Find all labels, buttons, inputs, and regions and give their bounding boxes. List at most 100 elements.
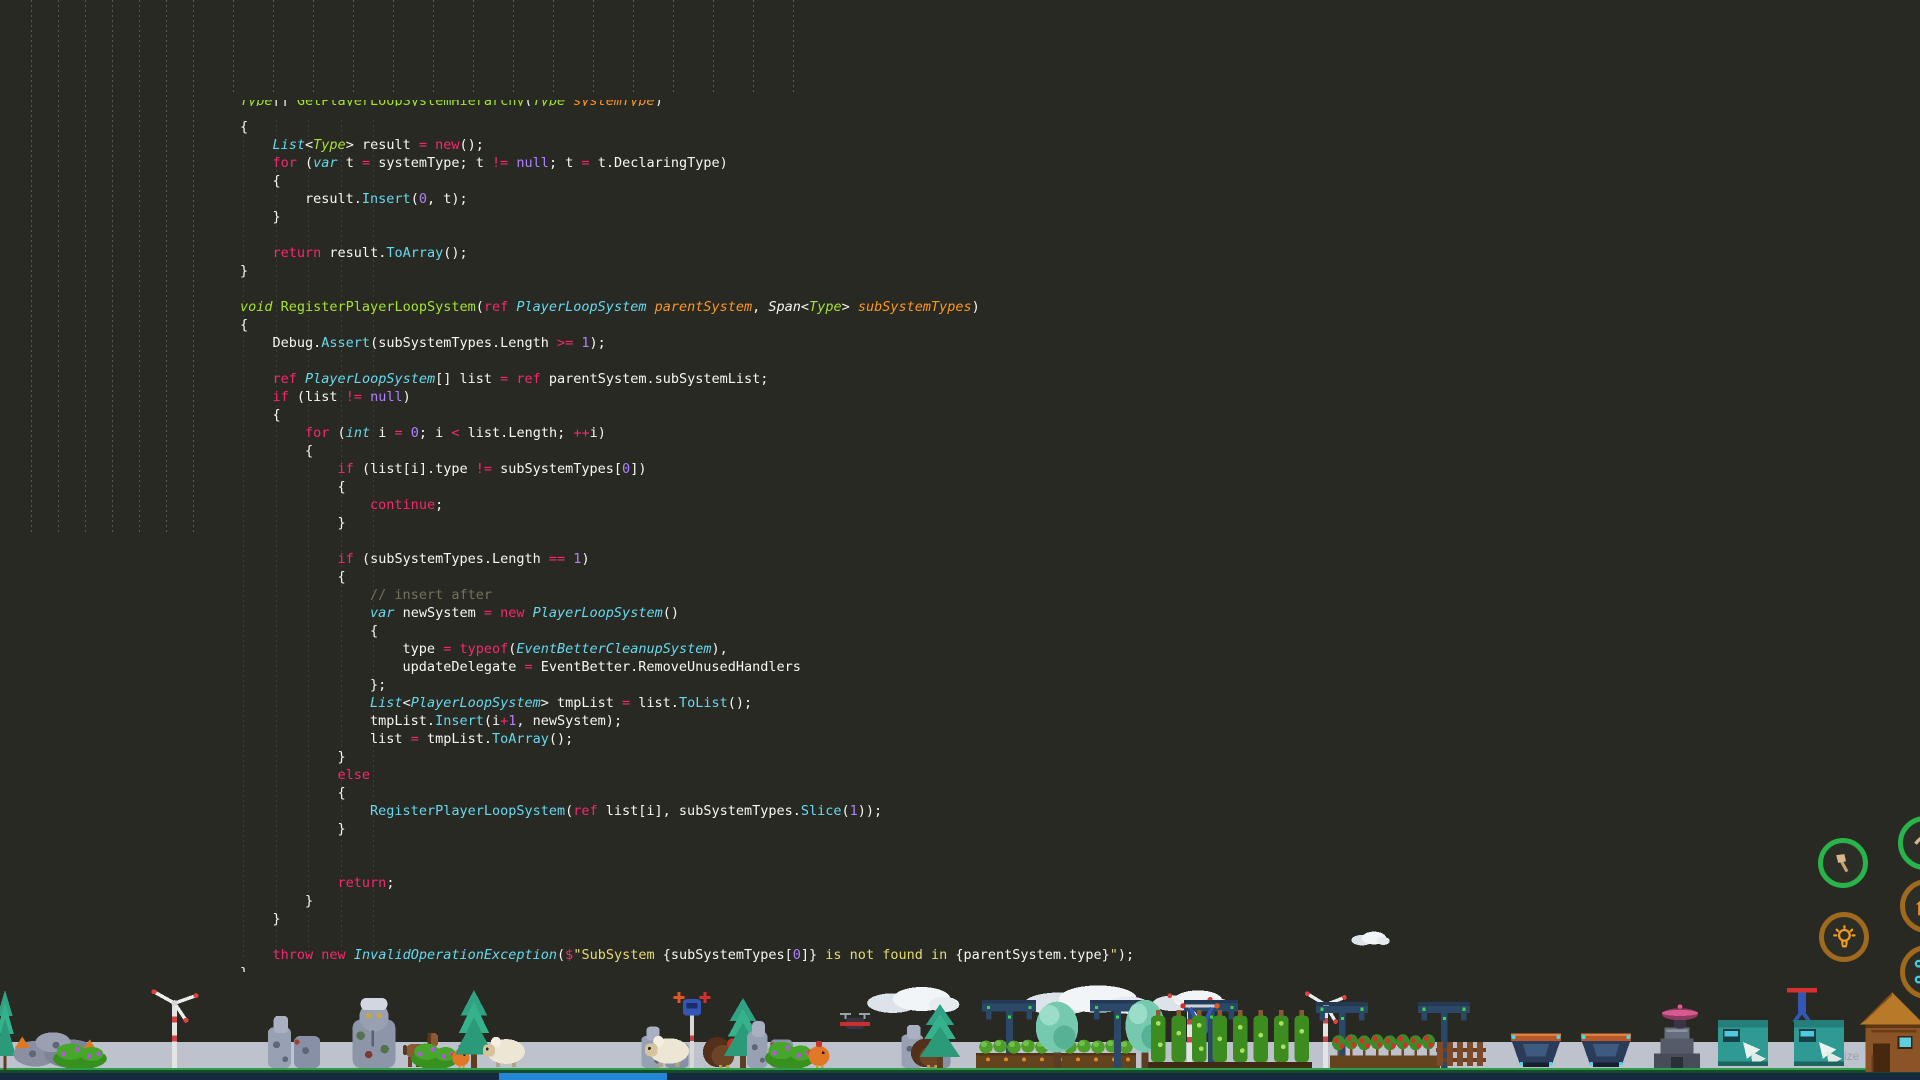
code-token: for [305, 425, 329, 441]
code-token: ( [842, 803, 850, 819]
code-token: 0 [419, 191, 427, 207]
code-token [240, 389, 273, 405]
code-token: ref [573, 803, 597, 819]
code-token: { [240, 173, 281, 189]
code-line[interactable]: continue; [240, 496, 1134, 514]
code-token: = [622, 695, 630, 711]
code-token: [] list [435, 371, 500, 387]
idea-lightbulb-button[interactable] [1819, 912, 1869, 962]
code-line[interactable] [240, 838, 1134, 856]
code-line[interactable]: updateDelegate = EventBetter.RemoveUnuse… [240, 658, 1134, 676]
code-token: , [752, 299, 768, 315]
code-line[interactable]: } [240, 748, 1134, 766]
code-line[interactable]: RegisterPlayerLoopSystem(ref list[i], su… [240, 802, 1134, 820]
code-line[interactable] [240, 352, 1134, 370]
code-line[interactable]: throw new InvalidOperationException($"Su… [240, 946, 1134, 964]
code-token [427, 137, 435, 153]
axe-tool-button[interactable] [1818, 838, 1868, 888]
code-token: () [663, 605, 679, 621]
code-line[interactable]: { [240, 784, 1134, 802]
code-line[interactable]: // insert after [240, 586, 1134, 604]
code-line[interactable]: } [240, 208, 1134, 226]
code-line[interactable]: result.Insert(0, t); [240, 190, 1134, 208]
code-token: ) [972, 299, 980, 315]
code-line[interactable]: else [240, 766, 1134, 784]
code-line[interactable] [240, 856, 1134, 874]
code-line[interactable]: if (list != null) [240, 388, 1134, 406]
code-line[interactable]: Debug.Assert(subSystemTypes.Length >= 1)… [240, 334, 1134, 352]
code-editor-surface[interactable]: Type[] GetPlayerLoopSystemHierarchy(Type… [0, 0, 1920, 1080]
code-line[interactable]: } [240, 514, 1134, 532]
code-token [240, 425, 305, 441]
code-line[interactable] [240, 928, 1134, 946]
code-token: ( [557, 947, 565, 963]
code-line[interactable] [240, 226, 1134, 244]
code-token [240, 371, 273, 387]
code-token: list.Length; [460, 425, 574, 441]
code-line[interactable]: { [240, 568, 1134, 586]
code-token [362, 389, 370, 405]
code-line[interactable]: { [240, 172, 1134, 190]
code-line[interactable]: List<Type> result = new(); [240, 136, 1134, 154]
code-token: ); [590, 335, 606, 351]
code-line[interactable]: }; [240, 676, 1134, 694]
code-token: { [240, 479, 346, 495]
indent-guide [273, 0, 274, 93]
code-token: = [484, 605, 492, 621]
code-line[interactable]: { [240, 316, 1134, 334]
code-line[interactable]: { [240, 622, 1134, 640]
code-line[interactable]: void RegisterPlayerLoopSystem(ref Player… [240, 298, 1134, 316]
code-token: ToList [679, 695, 728, 711]
code-line[interactable]: for (var t = systemType; t != null; t = … [240, 154, 1134, 172]
code-token: > result [346, 137, 419, 153]
code-token: EventBetterCleanupSystem [516, 641, 711, 657]
code-token: = [524, 659, 532, 675]
code-token: subSystemTypes[ [492, 461, 622, 477]
code-line[interactable]: if (subSystemTypes.Length == 1) [240, 550, 1134, 568]
code-line[interactable]: { [240, 478, 1134, 496]
code-token: (subSystemTypes.Length [370, 335, 557, 351]
code-token: parentSystem.subSystemList; [541, 371, 769, 387]
code-token: (subSystemTypes.Length [354, 551, 549, 567]
code-line[interactable]: { [240, 442, 1134, 460]
code-token: Type [809, 299, 842, 315]
code-line[interactable]: list = tmpList.ToArray(); [240, 730, 1134, 748]
code-line[interactable] [240, 532, 1134, 550]
code-line[interactable]: type = typeof(EventBetterCleanupSystem), [240, 640, 1134, 658]
code-token [240, 947, 273, 963]
code-token [240, 803, 370, 819]
code-line[interactable]: } [240, 964, 1134, 972]
code-line[interactable]: } [240, 910, 1134, 928]
code-lines[interactable]: Type[] GetPlayerLoopSystemHierarchy(Type… [240, 100, 1134, 972]
code-line[interactable]: Type[] GetPlayerLoopSystemHierarchy(Type… [240, 100, 1134, 106]
code-token: } [240, 821, 346, 837]
code-token [273, 299, 281, 315]
code-line[interactable]: ref PlayerLoopSystem[] list = ref parent… [240, 370, 1134, 388]
code-token: ( [329, 425, 345, 441]
code-line[interactable]: } [240, 892, 1134, 910]
code-line[interactable]: { [240, 118, 1134, 136]
code-token: (); [460, 137, 484, 153]
code-line[interactable]: { [240, 406, 1134, 424]
code-token: t.DeclaringType) [590, 155, 728, 171]
code-token: ), [711, 641, 727, 657]
clipped-code-line[interactable]: Type[] GetPlayerLoopSystemHierarchy(Type… [240, 100, 1134, 106]
code-token: (list [289, 389, 346, 405]
code-line[interactable]: if (list[i].type != subSystemTypes[0]) [240, 460, 1134, 478]
code-line[interactable]: return; [240, 874, 1134, 892]
code-line[interactable]: } [240, 820, 1134, 838]
code-line[interactable]: List<PlayerLoopSystem> tmpList = list.To… [240, 694, 1134, 712]
code-token: PlayerLoopSystem [516, 299, 646, 315]
code-token: newSystem [394, 605, 483, 621]
indent-guide [633, 0, 634, 93]
code-line[interactable]: } [240, 262, 1134, 280]
code-token: ; [386, 875, 394, 891]
code-line[interactable] [240, 280, 1134, 298]
code-token: 0 [622, 461, 630, 477]
code-token: } [240, 263, 248, 279]
code-line[interactable]: return result.ToArray(); [240, 244, 1134, 262]
code-line[interactable]: var newSystem = new PlayerLoopSystem() [240, 604, 1134, 622]
code-line[interactable]: tmpList.Insert(i+1, newSystem); [240, 712, 1134, 730]
code-token [240, 137, 273, 153]
code-line[interactable]: for (int i = 0; i < list.Length; ++i) [240, 424, 1134, 442]
